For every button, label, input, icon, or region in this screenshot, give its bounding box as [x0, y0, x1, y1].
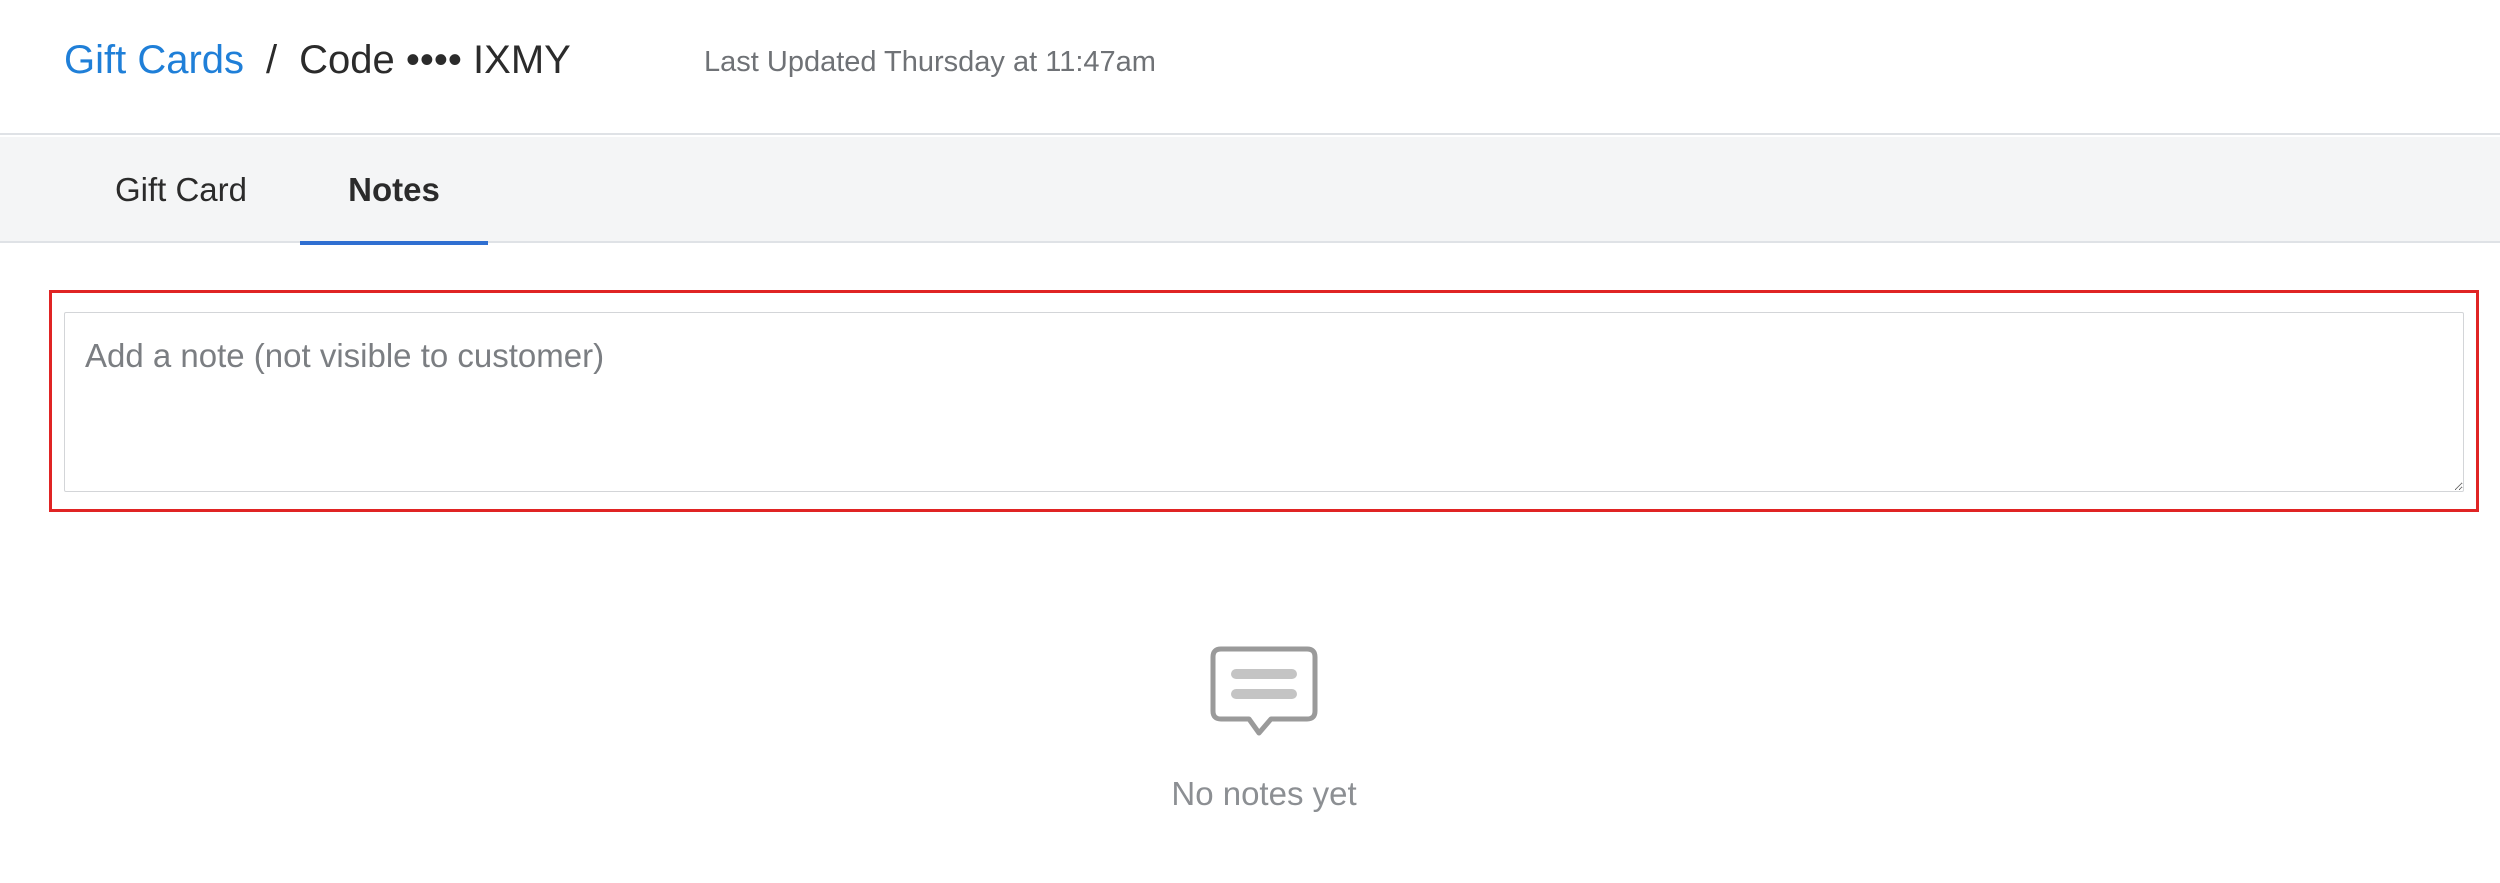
breadcrumb: Gift Cards / Code •••• IXMY	[64, 32, 571, 88]
breadcrumb-separator: /	[266, 37, 278, 82]
tab-notes[interactable]: Notes	[300, 137, 488, 245]
tab-gift-card[interactable]: Gift Card	[64, 137, 298, 243]
empty-state-message: No notes yet	[1171, 775, 1357, 812]
note-textarea[interactable]	[64, 312, 2464, 492]
page-header: Gift Cards / Code •••• IXMY Last Updated…	[0, 0, 2500, 135]
note-input-highlight	[49, 290, 2479, 512]
empty-state: No notes yet	[0, 645, 2500, 813]
speech-bubble-icon	[1210, 646, 1318, 736]
last-updated-timestamp: Last Updated Thursday at 11:47am	[704, 46, 1156, 78]
page-title: Code •••• IXMY	[299, 37, 571, 82]
tab-bar: Gift Card Notes	[0, 137, 2500, 245]
breadcrumb-gift-cards-link[interactable]: Gift Cards	[64, 38, 244, 83]
